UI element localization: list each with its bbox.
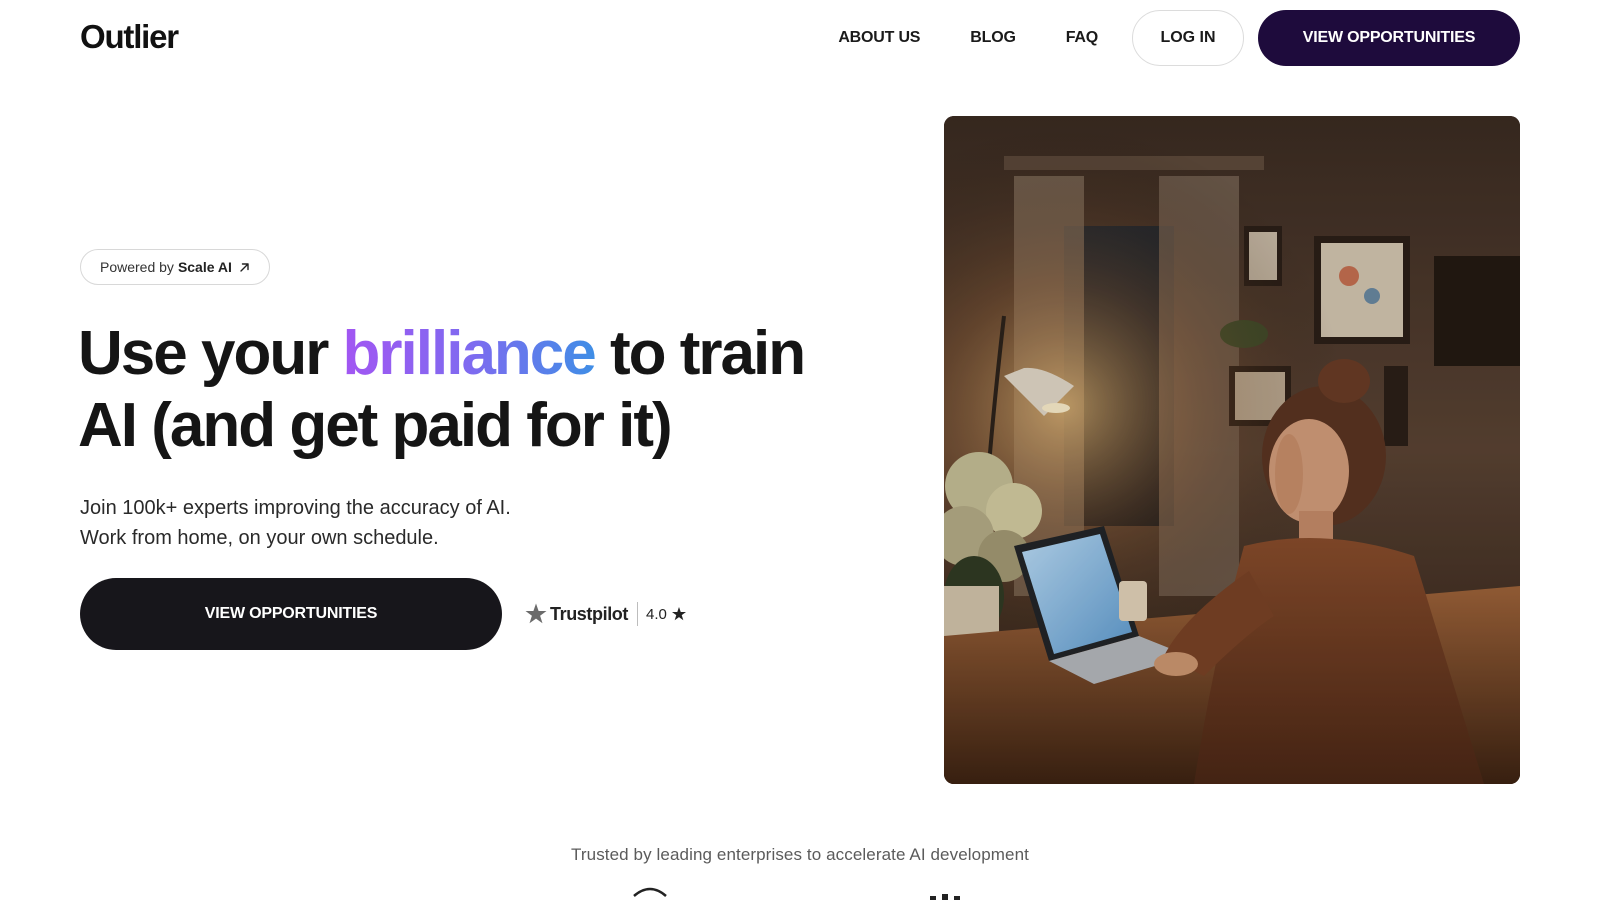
headline-part-1: Use your bbox=[78, 319, 343, 388]
trustpilot-rating[interactable]: Trustpilot 4.0 bbox=[524, 600, 687, 628]
scale-ai-label: Scale AI bbox=[177, 259, 232, 275]
enterprise-logo-2 bbox=[920, 880, 980, 900]
powered-by-label: Powered by bbox=[100, 259, 174, 275]
headline-line-2: AI (and get paid for it) bbox=[78, 391, 673, 460]
trusted-by-text: Trusted by leading enterprises to accele… bbox=[571, 845, 1029, 864]
headline-accent-word: brilliance bbox=[342, 319, 597, 388]
header-view-opportunities-button[interactable]: VIEW OPPORTUNITIES bbox=[1258, 10, 1520, 66]
landing-page: Outlier ABOUT US BLOG FAQ LOG IN VIEW OP… bbox=[0, 0, 1600, 900]
star-icon bbox=[671, 606, 687, 622]
powered-by-scale-ai-badge[interactable]: Powered by Scale AI bbox=[80, 249, 270, 285]
nav-about-us[interactable]: ABOUT US bbox=[838, 29, 920, 47]
hero-subtext: Join 100k+ experts improving the accurac… bbox=[80, 497, 511, 549]
hero-headline: Use your brilliance to train AI (and get … bbox=[78, 318, 838, 462]
login-button[interactable]: LOG IN bbox=[1132, 10, 1244, 66]
trustpilot-star-icon bbox=[524, 602, 548, 626]
nav-blog[interactable]: BLOG bbox=[970, 29, 1016, 47]
trustpilot-score: 4.0 bbox=[646, 605, 667, 623]
headline-part-2: to train bbox=[594, 319, 806, 388]
trustpilot-divider bbox=[637, 602, 638, 626]
hero-view-opportunities-button[interactable]: VIEW OPPORTUNITIES bbox=[80, 578, 502, 650]
nav-faq[interactable]: FAQ bbox=[1066, 29, 1098, 47]
top-nav: ABOUT US BLOG FAQ LOG IN VIEW OPPORTUNIT… bbox=[838, 10, 1520, 66]
enterprise-logo-1 bbox=[620, 880, 680, 900]
trustpilot-logo-text: Trustpilot bbox=[550, 603, 628, 624]
arrow-up-right-icon bbox=[239, 262, 250, 273]
hero-photo bbox=[944, 116, 1520, 784]
outlier-logo[interactable]: Outlier bbox=[80, 18, 179, 56]
